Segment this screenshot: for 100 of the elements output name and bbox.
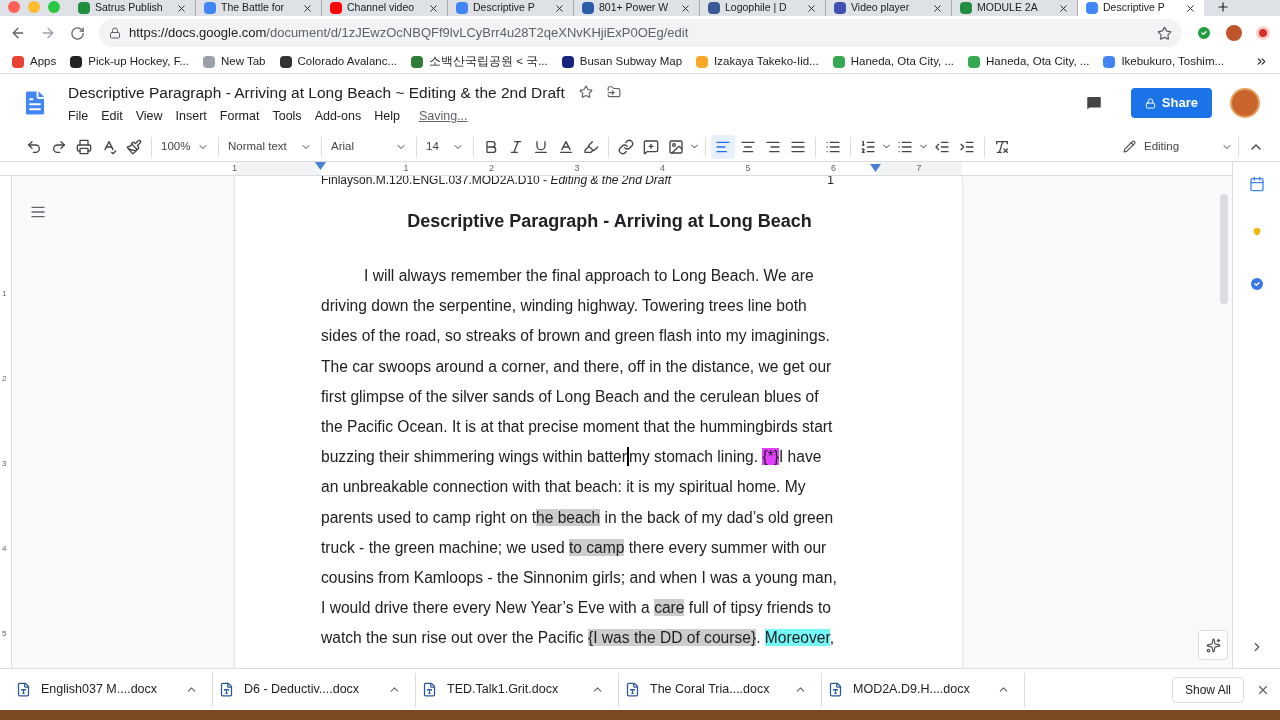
page-header: Finlayson.M.120.ENGL.037.MOD2A.D10 - Editing & the 2nd Draft xyxy=(321,176,673,186)
browser-tab[interactable]: Descriptive P xyxy=(1078,0,1204,16)
ruler-number: 2 xyxy=(2,373,7,385)
star-icon[interactable] xyxy=(1157,25,1172,41)
ruler-number: 1 xyxy=(403,162,409,175)
menu-item[interactable]: Add-ons xyxy=(314,106,362,126)
tab-title: Logophile | D xyxy=(725,0,788,16)
move-folder-icon[interactable] xyxy=(606,85,621,100)
bookmark[interactable]: Izakaya Takeko-Iid... xyxy=(696,52,819,71)
browser-tab[interactable]: MODULE 2A xyxy=(952,0,1078,16)
bookmark[interactable]: New Tab xyxy=(203,52,266,71)
word-document-icon xyxy=(828,682,843,697)
ruler-number: 4 xyxy=(2,543,7,555)
editing-mode-dropdown[interactable]: Editing xyxy=(1123,134,1233,159)
browser-tab[interactable]: 801+ Power W xyxy=(574,0,700,16)
word-document-icon xyxy=(16,682,31,697)
url-text: https://docs.google.com/document/d/1zJEwzOcNBQFf9lvLCyBrr4u28T2qeXNvKHjiExP0OEg/edit xyxy=(129,24,690,43)
save-status[interactable]: Saving... xyxy=(418,106,468,126)
left-indent-marker[interactable] xyxy=(315,162,326,170)
star-icon[interactable] xyxy=(578,85,593,100)
paragraph-line: I would drive there every New Year’s Eve with a care full of tipsy friends to xyxy=(321,598,832,619)
paragraph-line: the Pacific Ocean. It is at that precise moment that the hummingbirds start xyxy=(321,416,834,437)
close-icon[interactable] xyxy=(176,2,187,14)
menu-item[interactable]: Help xyxy=(374,106,400,126)
explore-button[interactable] xyxy=(1198,630,1228,660)
bookmark-label: 소백산국립공원 < 국... xyxy=(429,53,548,69)
bookmark[interactable]: Ikebukuro, Toshim... xyxy=(1103,52,1225,71)
paragraph-line: cousins from Kamloops - the Sinnonim girls; and when I was a young man, xyxy=(321,567,838,588)
bookmark-label: Busan Subway Map xyxy=(579,53,683,69)
word-document-icon xyxy=(625,682,640,697)
bookmark[interactable]: Haneda, Ota City, ... xyxy=(832,52,955,71)
reload-icon[interactable] xyxy=(70,25,85,41)
zoom-dropdown[interactable]: 100% xyxy=(157,134,213,159)
menu-item[interactable]: View xyxy=(135,106,163,126)
paragraph-line: The car swoops around a corner, and there, off in the distance, we get our xyxy=(321,356,833,377)
document-title[interactable]: Descriptive Paragraph - Arriving at Long Beach ~ Editing & the 2nd Draft xyxy=(68,80,565,104)
browser-tab[interactable]: Video player xyxy=(826,0,952,16)
record-extension-icon[interactable] xyxy=(1256,26,1270,40)
close-icon[interactable] xyxy=(806,2,817,14)
menu-item[interactable]: Tools xyxy=(272,106,302,126)
tab-title: Satrus Publish xyxy=(95,0,164,16)
close-icon[interactable] xyxy=(554,2,565,14)
menu-item[interactable]: Edit xyxy=(101,106,123,126)
browser-tab[interactable]: Channel video xyxy=(322,0,448,16)
style-dropdown[interactable]: Normal text xyxy=(224,134,316,159)
paragraph-line: an unbreakable connection with that beach: it is my spiritual home. My xyxy=(321,477,807,498)
paragraph-line: first glimpse of the silver sands of Long Beach and the cerulean blues of xyxy=(321,386,820,407)
close-icon[interactable] xyxy=(932,2,943,14)
tasks-icon[interactable] xyxy=(1248,276,1265,292)
bookmark[interactable]: Haneda, Ota City, ... xyxy=(968,52,1090,71)
share-button[interactable]: Share xyxy=(1130,88,1212,118)
close-icon[interactable] xyxy=(1185,2,1196,14)
bookmark-label: Haneda, Ota City, ... xyxy=(986,53,1090,69)
back-icon[interactable] xyxy=(10,25,26,41)
browser-tab[interactable]: The Battle for xyxy=(196,0,322,16)
tab-title: Channel video xyxy=(347,0,416,16)
browser-tab[interactable]: Descriptive P xyxy=(448,0,574,16)
profile-avatar[interactable] xyxy=(1230,88,1260,118)
bookmark[interactable]: Busan Subway Map xyxy=(561,52,683,71)
download-item[interactable]: TED.Talk1.Grit.docx xyxy=(416,672,619,707)
ruler-number: 7 xyxy=(916,162,922,175)
ruler-number: 6 xyxy=(831,162,836,175)
browser-tab[interactable]: Satrus Publish xyxy=(70,0,196,16)
font-dropdown[interactable]: Arial xyxy=(327,134,411,159)
browser-tab[interactable]: Logophile | D xyxy=(700,0,826,16)
close-icon[interactable] xyxy=(428,2,439,14)
download-item[interactable]: The Coral Tria....docx xyxy=(619,672,822,707)
comments-icon[interactable] xyxy=(1084,94,1103,112)
bookmark[interactable]: Colorado Avalanc... xyxy=(279,52,398,71)
download-item[interactable]: MOD2A.D9.H....docx xyxy=(822,672,1025,707)
pencil-icon xyxy=(1123,140,1136,153)
font-size-dropdown[interactable]: 14 xyxy=(422,134,468,159)
more-bookmarks-icon[interactable] xyxy=(1255,55,1268,68)
new-tab-icon[interactable] xyxy=(1216,0,1230,14)
outline-icon[interactable] xyxy=(30,204,46,220)
menu-item[interactable]: Format xyxy=(219,106,260,126)
bookmark[interactable]: Apps xyxy=(12,52,57,71)
align-button[interactable] xyxy=(711,134,735,159)
show-all-button[interactable]: Show All xyxy=(1171,676,1244,703)
document-heading: Descriptive Paragraph - Arriving at Long Beach xyxy=(406,210,813,233)
calendar-icon[interactable] xyxy=(1248,176,1265,192)
address-bar[interactable]: https://docs.google.com/document/d/1zJEwzOcNBQFf9lvLCyBrr4u28T2qeXNvKHjiExP0OEg/edit xyxy=(99,19,1182,47)
tab-title: Video player xyxy=(851,0,911,16)
right-indent-marker[interactable] xyxy=(870,164,881,172)
paragraph-line: buzzing their shimmering wings within battermy stomach lining. {*}I have xyxy=(321,446,823,469)
paragraph-line: sides of the road, so streaks of brown and green flash into my imaginings. xyxy=(321,326,831,347)
scrollbar-thumb[interactable] xyxy=(1220,194,1228,304)
close-icon[interactable] xyxy=(680,2,691,14)
menu-item[interactable]: File xyxy=(68,106,89,126)
menu-item[interactable]: Insert xyxy=(175,106,207,126)
close-icon[interactable] xyxy=(302,2,313,14)
paragraph-line: driving down the serpentine, winding highway. Towering trees line both xyxy=(321,296,808,317)
bookmark-label: Pick-up Hockey, F... xyxy=(88,53,189,69)
download-item[interactable]: D6 - Deductiv....docx xyxy=(213,672,416,707)
bookmark-label: Izakaya Takeko-Iid... xyxy=(714,53,819,69)
extension-icon[interactable] xyxy=(1196,25,1212,41)
bookmark[interactable]: Pick-up Hockey, F... xyxy=(70,52,189,71)
bookmark[interactable]: 소백산국립공원 < 국... xyxy=(411,52,548,71)
close-icon[interactable] xyxy=(1058,2,1069,14)
download-item[interactable]: English037 M....docx xyxy=(10,672,213,707)
